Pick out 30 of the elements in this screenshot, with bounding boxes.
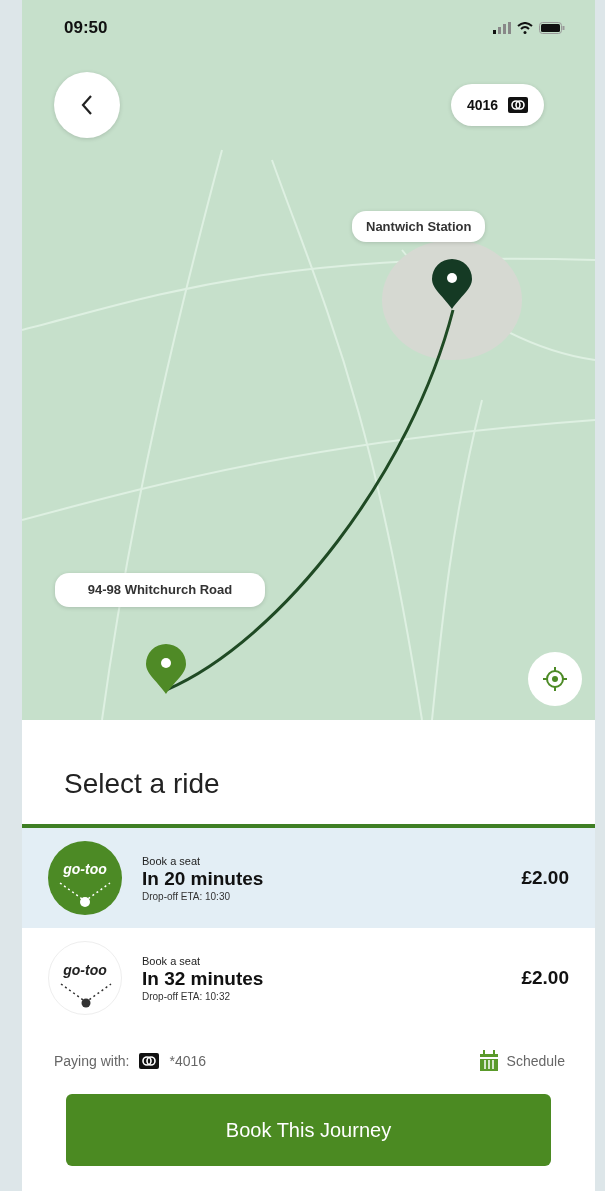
calendar-icon <box>478 1050 499 1072</box>
ride-price: £2.00 <box>521 867 569 889</box>
go-too-logo: go-too <box>48 841 122 915</box>
destination-label: Nantwich Station <box>352 211 486 242</box>
signal-icon <box>493 22 511 34</box>
ride-time: In 20 minutes <box>142 867 265 890</box>
card-number: *4016 <box>169 1053 207 1069</box>
card-icon <box>139 1053 160 1069</box>
card-pill[interactable]: 4016 <box>451 84 545 126</box>
paying-with-label: Paying with: <box>54 1053 130 1069</box>
sheet-title: Select a ride <box>63 767 221 801</box>
ride-caption: Book a seat <box>142 954 202 967</box>
ride-time: In 32 minutes <box>142 967 265 990</box>
drop-off-eta: Drop-off ETA: 10:30 <box>142 890 231 902</box>
book-journey-button[interactable]: Book This Journey <box>66 1094 551 1166</box>
destination-pin-icon <box>430 257 474 311</box>
origin-label: 94-98 Whitchurch Road <box>55 573 265 607</box>
drop-off-eta: Drop-off ETA: 10:32 <box>142 990 231 1002</box>
battery-icon <box>539 22 565 34</box>
schedule-link[interactable]: Schedule <box>478 1050 565 1072</box>
origin-pin-icon <box>144 642 188 696</box>
locate-icon <box>542 666 568 692</box>
card-icon <box>508 97 529 113</box>
back-icon <box>81 94 93 116</box>
ride-price: £2.00 <box>521 967 569 989</box>
status-time: 09:50 <box>64 18 108 38</box>
ride-caption: Book a seat <box>142 854 202 867</box>
wifi-icon <box>517 22 533 34</box>
ride-option[interactable]: go-too Book a seat In 20 minutes Drop-off ETA: 10:30 £2.00 <box>22 828 595 928</box>
go-too-logo: go-too <box>48 941 122 1015</box>
